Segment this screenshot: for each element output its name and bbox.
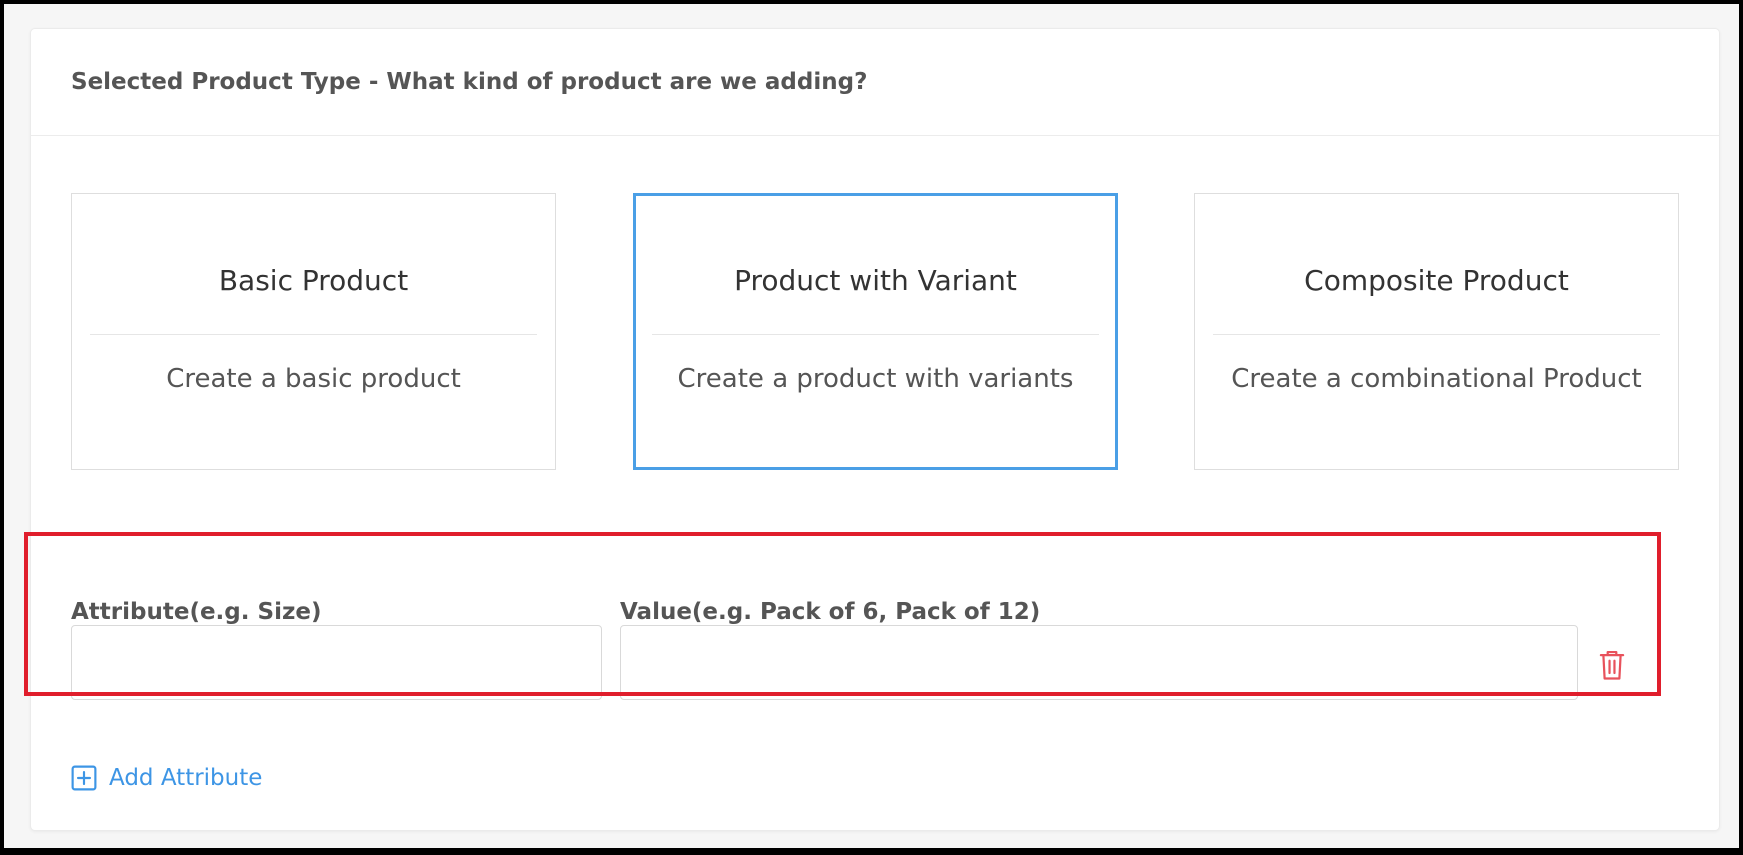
product-type-composite[interactable]: Composite Product Create a combinational… <box>1194 193 1679 470</box>
screen: Selected Product Type - What kind of pro… <box>4 4 1739 848</box>
product-type-title: Composite Product <box>1304 264 1569 297</box>
plus-square-icon <box>71 765 97 791</box>
product-type-basic[interactable]: Basic Product Create a basic product <box>71 193 556 470</box>
product-type-description: Create a basic product <box>166 364 461 394</box>
product-type-card: Selected Product Type - What kind of pro… <box>30 28 1720 831</box>
product-type-title: Basic Product <box>218 264 409 297</box>
divider <box>90 334 537 335</box>
divider <box>652 334 1099 335</box>
product-type-description: Create a product with variants <box>677 364 1074 394</box>
add-attribute-label: Add Attribute <box>109 765 263 791</box>
card-title: Selected Product Type - What kind of pro… <box>71 69 868 95</box>
product-type-title: Product with Variant <box>734 264 1017 297</box>
product-type-variant[interactable]: Product with Variant Create a product wi… <box>633 193 1118 470</box>
product-type-description: Create a combinational Product <box>1231 364 1642 394</box>
add-attribute-button[interactable]: Add Attribute <box>71 763 262 793</box>
attribute-row-highlight <box>24 532 1661 696</box>
card-header: Selected Product Type - What kind of pro… <box>31 29 1719 136</box>
divider <box>1213 334 1660 335</box>
